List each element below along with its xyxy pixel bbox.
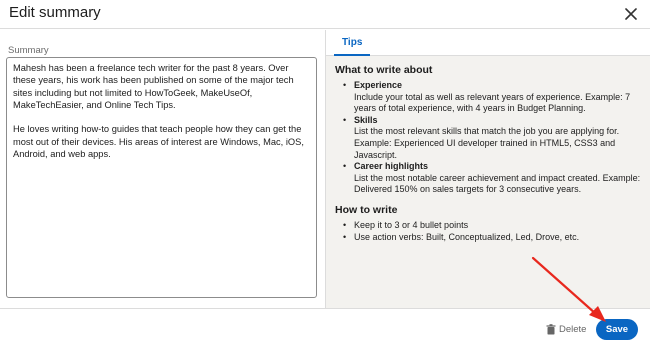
summary-label: Summary xyxy=(8,45,49,56)
delete-label: Delete xyxy=(559,323,587,335)
tab-tips[interactable]: Tips xyxy=(334,30,371,56)
tips-section-title-what: What to write about xyxy=(335,64,433,76)
dialog-header: Edit summary xyxy=(0,0,650,29)
tips-list-how: Keep it to 3 or 4 bullet points Use acti… xyxy=(335,220,645,243)
tip-text-experience: Include your total as well as relevant y… xyxy=(354,91,631,114)
list-item: Use action verbs: Built, Conceptualized,… xyxy=(335,232,645,244)
list-item: Keep it to 3 or 4 bullet points xyxy=(335,220,645,232)
edit-summary-dialog: Edit summary Summary Mahesh has been a f… xyxy=(0,0,650,342)
list-item: Experience Include your total as well as… xyxy=(335,80,645,115)
save-button[interactable]: Save xyxy=(596,319,638,340)
list-item: Career highlights List the most notable … xyxy=(335,161,645,196)
summary-textarea[interactable]: Mahesh has been a freelance tech writer … xyxy=(6,57,317,298)
tips-tabbar: Tips xyxy=(326,30,650,56)
close-button[interactable] xyxy=(620,3,642,25)
tips-pane: Tips What to write about Experience Incl… xyxy=(325,30,650,308)
trash-icon xyxy=(546,323,556,334)
dialog-footer: Delete Save xyxy=(0,308,650,342)
tips-section-title-how: How to write xyxy=(335,203,398,216)
tip-heading-skills: Skills xyxy=(354,114,378,125)
tip-text-career: List the most notable career achievement… xyxy=(354,172,641,195)
tips-list-what: Experience Include your total as well as… xyxy=(335,80,645,196)
summary-paragraph-1: Mahesh has been a freelance tech writer … xyxy=(13,63,294,110)
list-item: Skills List the most relevant skills tha… xyxy=(335,115,645,161)
delete-button[interactable]: Delete xyxy=(546,322,586,336)
tip-heading-experience: Experience xyxy=(354,80,403,90)
tips-content: What to write about Experience Include y… xyxy=(335,64,645,243)
tip-heading-career: Career highlights xyxy=(354,161,429,172)
summary-pane: Summary Mahesh has been a freelance tech… xyxy=(0,30,324,308)
summary-paragraph-2: He loves writing how-to guides that teac… xyxy=(13,124,304,160)
close-icon xyxy=(625,8,637,20)
tip-text-skills: List the most relevant skills that match… xyxy=(354,126,620,160)
dialog-title: Edit summary xyxy=(9,4,101,21)
